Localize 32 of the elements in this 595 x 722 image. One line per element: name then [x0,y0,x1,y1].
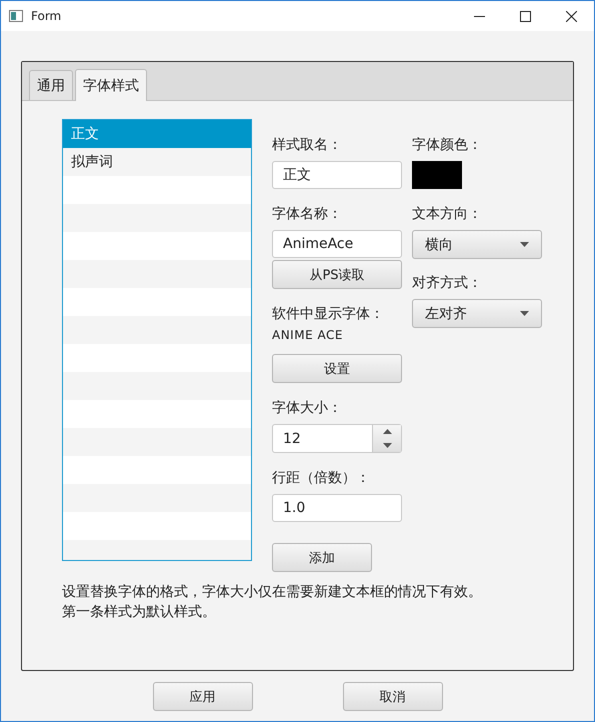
input-field[interactable]: 正文 [272,161,402,189]
apply-button[interactable]: 应用 [152,682,252,711]
spinner-field[interactable]: 12 [272,424,402,453]
field-label: 字体颜色： [412,136,483,154]
read-button[interactable]: 从PS读取 [272,260,402,289]
field-label: 样式取名： [272,136,343,154]
window-title: Form [31,9,62,23]
caret-up-icon [382,429,392,434]
input-field[interactable]: 1.0 [272,494,402,522]
caret-down-icon [520,242,529,247]
dropdown[interactable]: 横向 [412,230,542,259]
field-label: 行距（倍数）： [272,469,371,487]
note-text: 设置替换字体的格式，字体大小仅在需要新建文本框的情况下有效。 [62,583,483,602]
field-label: 对齐方式： [412,274,483,292]
app-icon [9,10,23,22]
field-label: 字体名称： [272,205,343,223]
cancel-button[interactable]: 取消 [342,682,442,711]
color-swatch[interactable] [412,161,462,189]
note-text: 第一条样式为默认样式。 [62,603,217,622]
tab[interactable]: 字体样式 [75,69,147,101]
add-button[interactable]: 添加 [272,543,372,572]
caret-down-icon [520,311,529,316]
field-label: 文本方向： [412,205,483,223]
field-label: 字体大小： [272,399,343,417]
font-preview: ANIME ACE [272,328,344,344]
list-item[interactable]: 拟声词 [63,148,251,176]
input-field[interactable]: AnimeAce [272,230,402,258]
caret-down-icon [382,442,392,448]
field-label: 软件中显示字体： [272,305,385,323]
dropdown[interactable]: 左对齐 [412,299,542,328]
set-button[interactable]: 设置 [272,354,402,383]
tab[interactable]: 通用 [29,70,73,100]
